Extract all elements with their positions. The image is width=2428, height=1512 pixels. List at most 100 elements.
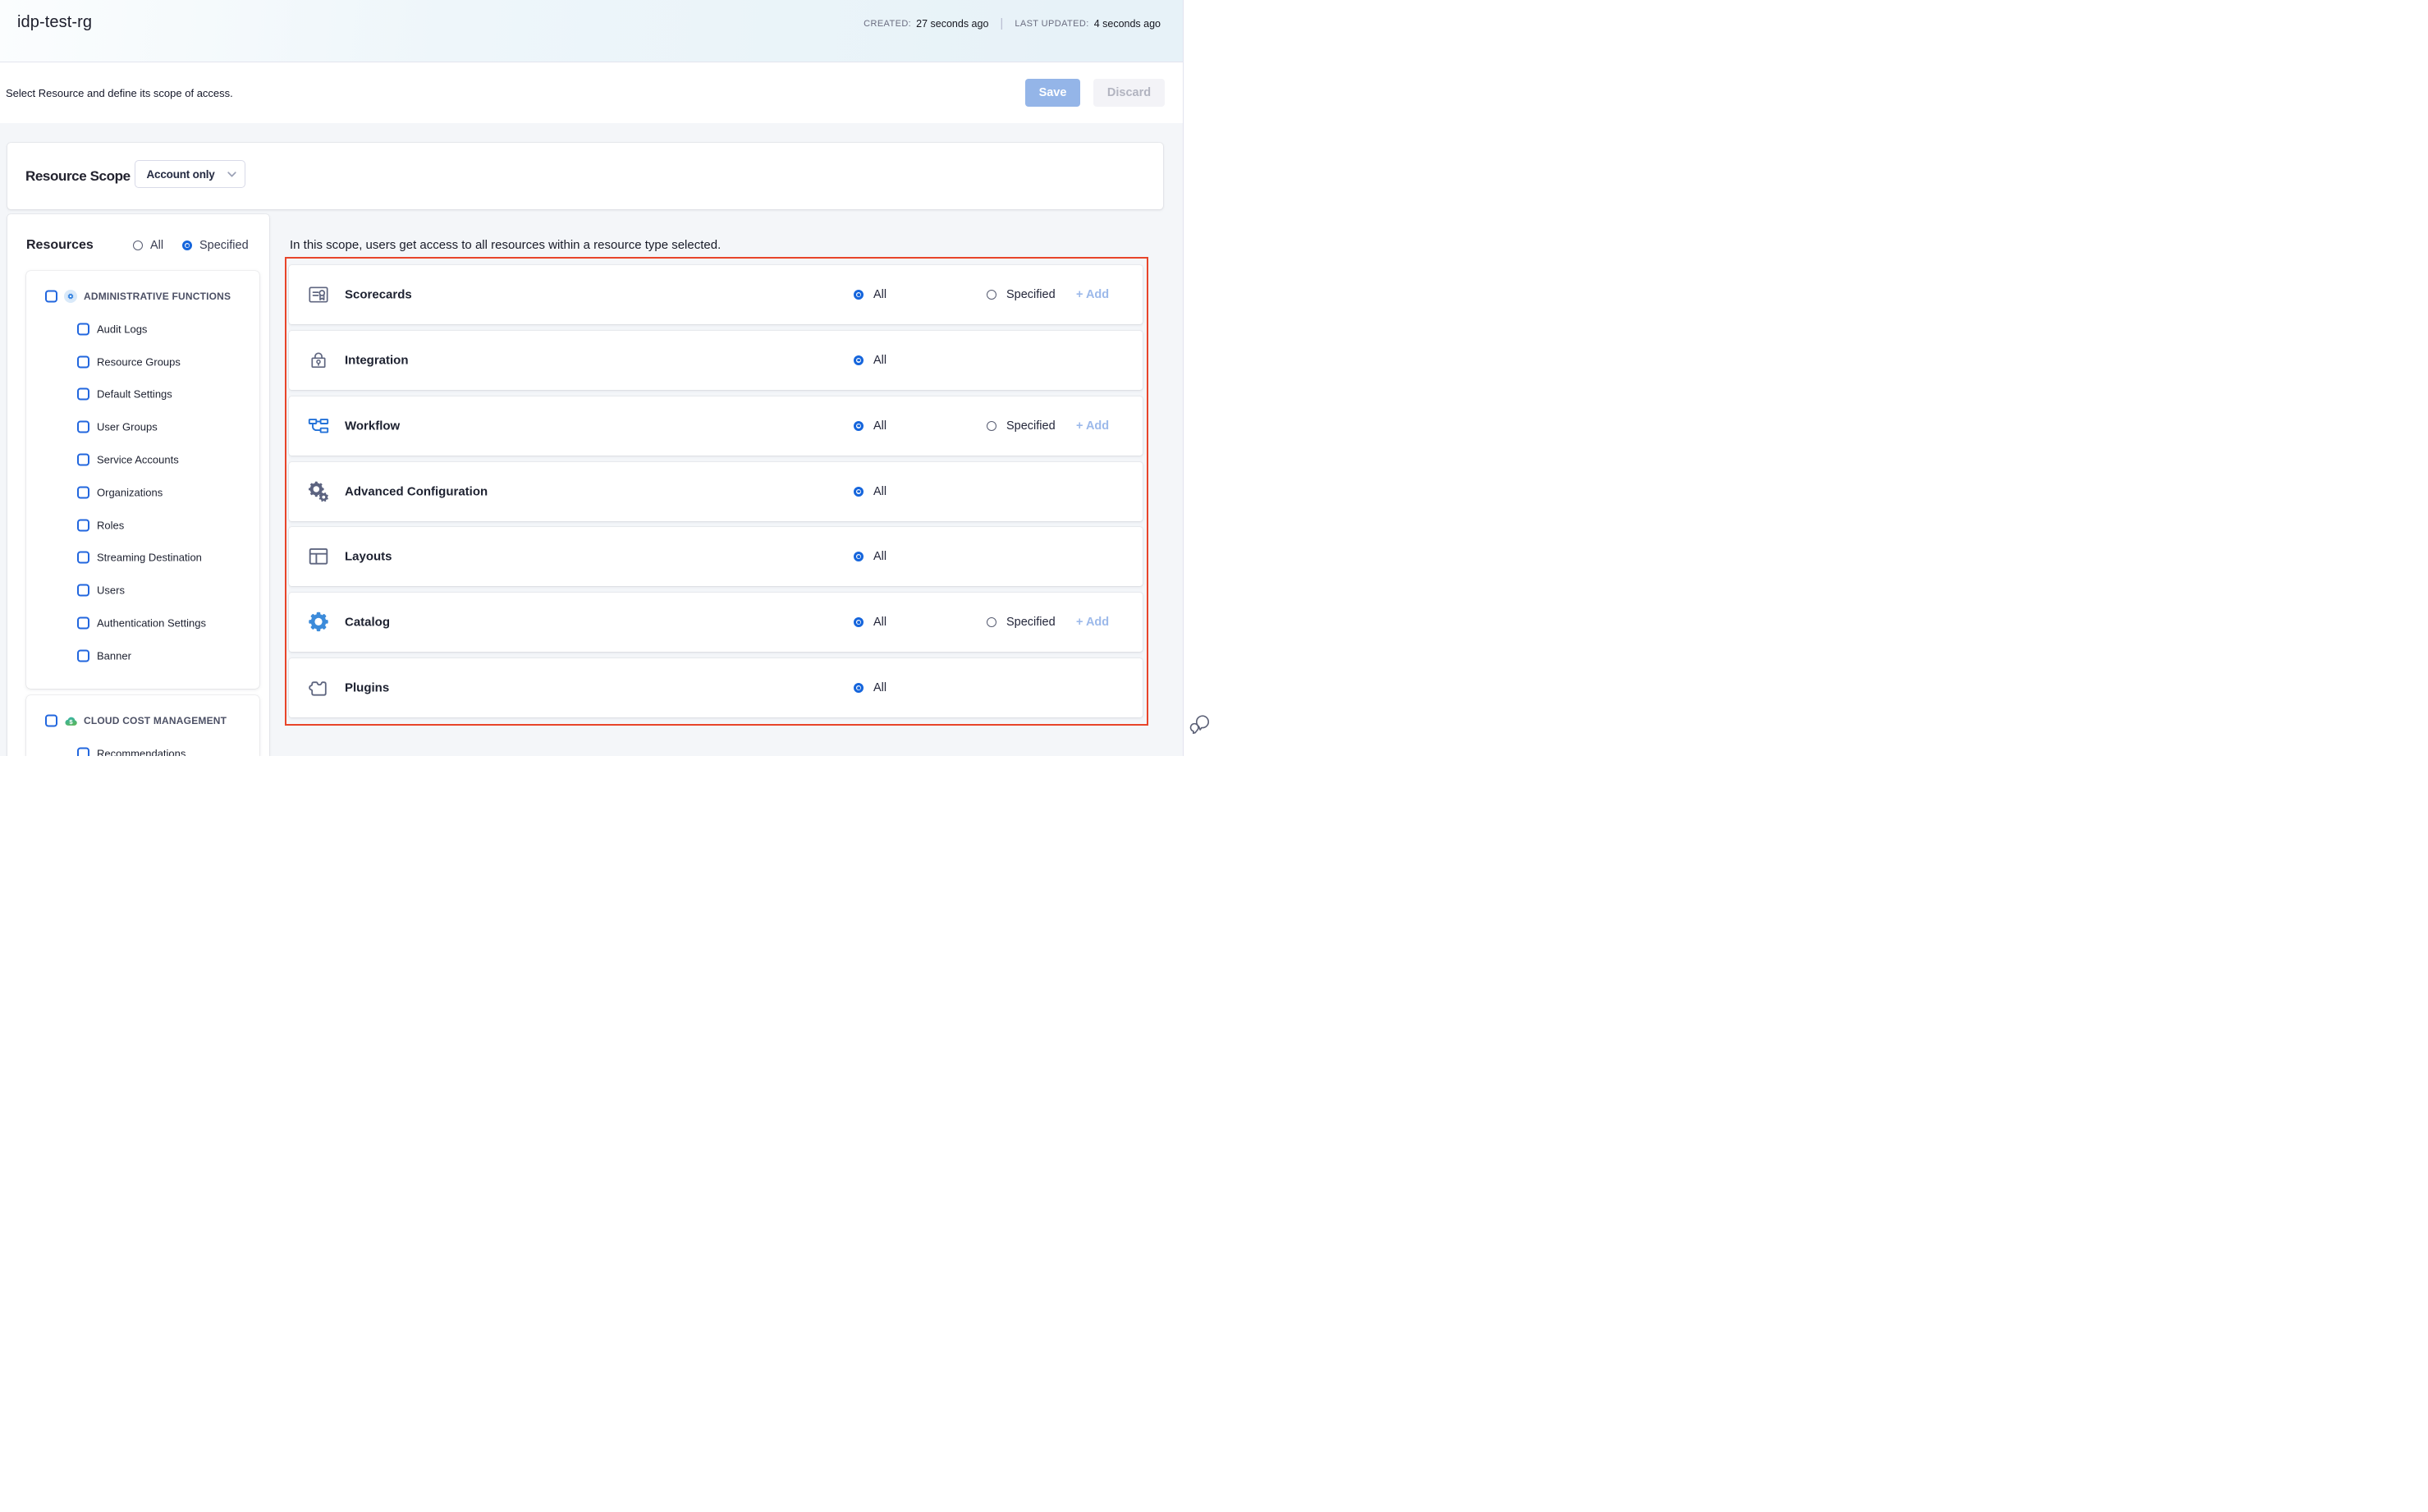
checkbox-cloud-cost-management[interactable]: [45, 715, 57, 727]
resources-panel-header: Resources All Specified: [7, 236, 269, 255]
radio-all-label: All: [873, 419, 886, 433]
resources-radio-specified-label: Specified: [199, 239, 249, 252]
radio-on-icon: [854, 683, 864, 693]
created-value: 27 seconds ago: [916, 18, 988, 30]
updated-value: 4 seconds ago: [1094, 18, 1161, 30]
resource-scope-select[interactable]: Account only: [135, 160, 245, 188]
checkbox-streaming-destination[interactable]: [77, 552, 89, 564]
checkbox-recommendations[interactable]: [77, 747, 89, 756]
group-header: $ CLOUD COST MANAGEMENT: [26, 710, 259, 731]
resource-type-label: Integration: [345, 353, 409, 367]
main-area: Resource Scope Account only Resources Al…: [0, 123, 1183, 756]
radio-off-icon: [133, 241, 143, 250]
checkbox-resource-groups[interactable]: [77, 355, 89, 368]
resource-scope-value: Account only: [147, 168, 215, 181]
group-label: ADMINISTRATIVE FUNCTIONS: [84, 291, 231, 302]
add-button-scorecards[interactable]: + Add: [1076, 288, 1109, 301]
resources-radio-all[interactable]: All: [133, 239, 163, 252]
resource-item-recommendations: Recommendations: [26, 737, 259, 756]
radio-all-scorecards[interactable]: All: [854, 288, 886, 301]
checkbox-authentication-settings[interactable]: [77, 617, 89, 630]
resource-type-row-advanced-configuration: Advanced Configuration All: [289, 462, 1143, 521]
radio-specified-label: Specified: [1006, 288, 1056, 301]
radio-all-layouts[interactable]: All: [854, 550, 886, 563]
group-cloud-cost-management: $ CLOUD COST MANAGEMENT Recommendations: [26, 695, 259, 756]
radio-on-icon: [854, 421, 864, 431]
layout-icon: [308, 546, 329, 567]
radio-all-label: All: [873, 485, 886, 498]
resources-title: Resources: [26, 238, 94, 253]
certificate-icon: [308, 284, 329, 305]
radio-all-workflow[interactable]: All: [854, 419, 886, 433]
resource-item-default-settings: Default Settings: [26, 378, 259, 411]
group-header: ADMINISTRATIVE FUNCTIONS: [26, 286, 259, 307]
checkbox-user-groups[interactable]: [77, 421, 89, 433]
checkbox-banner[interactable]: [77, 649, 89, 662]
resource-type-row-catalog: Catalog All Specified + Add: [289, 593, 1143, 652]
radio-specified-catalog[interactable]: Specified: [987, 616, 1056, 629]
radio-on-icon: [854, 617, 864, 627]
radio-all-label: All: [873, 616, 886, 629]
chevron-down-icon: [227, 172, 236, 177]
resource-item-label: Audit Logs: [97, 323, 147, 335]
radio-specified-scorecards[interactable]: Specified: [987, 288, 1056, 301]
radio-off-icon: [987, 617, 996, 627]
radio-specified-workflow[interactable]: Specified: [987, 419, 1056, 433]
chat-bubbles-icon[interactable]: [1189, 713, 1211, 735]
puzzle-icon: [308, 677, 329, 699]
resources-radio-specified[interactable]: Specified: [182, 239, 249, 252]
checkbox-service-accounts[interactable]: [77, 454, 89, 466]
meta-info: CREATED: 27 seconds ago | LAST UPDATED: …: [864, 16, 1161, 30]
gear-solid-icon: [308, 612, 329, 633]
add-button-workflow[interactable]: + Add: [1076, 419, 1109, 433]
resource-item-label: Authentication Settings: [97, 617, 206, 630]
resource-item-label: Service Accounts: [97, 454, 179, 466]
checkbox-organizations[interactable]: [77, 486, 89, 498]
resource-scope-title: Resource Scope: [25, 168, 131, 185]
checkbox-administrative-functions[interactable]: [45, 291, 57, 303]
resource-type-row-layouts: Layouts All: [289, 527, 1143, 586]
radio-on-icon: [854, 552, 864, 561]
save-button[interactable]: Save: [1025, 79, 1080, 107]
scope-note: In this scope, users get access to all r…: [290, 238, 721, 252]
checkbox-default-settings[interactable]: [77, 388, 89, 401]
radio-all-advanced-configuration[interactable]: All: [854, 485, 886, 498]
checkbox-roles[interactable]: [77, 519, 89, 531]
resource-item-resource-groups: Resource Groups: [26, 346, 259, 378]
cloud-dollar-icon: $: [64, 714, 77, 727]
resource-type-label: Scorecards: [345, 288, 412, 302]
resource-type-label: Advanced Configuration: [345, 484, 488, 498]
resource-item-label: Users: [97, 584, 125, 597]
resource-item-service-accounts: Service Accounts: [26, 443, 259, 476]
resource-item-users: Users: [26, 574, 259, 607]
radio-all-label: All: [873, 681, 886, 694]
resource-item-label: User Groups: [97, 421, 158, 433]
resource-type-row-scorecards: Scorecards All Specified + Add: [289, 265, 1143, 324]
content-pane: idp-test-rg CREATED: 27 seconds ago | LA…: [0, 0, 1184, 756]
resource-item-streaming-destination: Streaming Destination: [26, 542, 259, 575]
radio-off-icon: [987, 421, 996, 431]
checkbox-audit-logs[interactable]: [77, 323, 89, 335]
resource-item-banner: Banner: [26, 639, 259, 672]
right-gutter: [1184, 0, 1214, 756]
discard-button[interactable]: Discard: [1093, 79, 1165, 107]
resource-item-label: Streaming Destination: [97, 552, 202, 564]
radio-all-plugins[interactable]: All: [854, 681, 886, 694]
resource-item-roles: Roles: [26, 509, 259, 542]
resource-type-row-workflow: Workflow All Specified + Add: [289, 396, 1143, 456]
resource-item-label: Banner: [97, 649, 131, 662]
resource-item-label: Default Settings: [97, 388, 172, 401]
add-button-catalog[interactable]: + Add: [1076, 616, 1109, 629]
meta-separator: |: [1000, 16, 1003, 30]
radio-all-catalog[interactable]: All: [854, 616, 886, 629]
radio-on-icon: [854, 290, 864, 300]
radio-all-label: All: [873, 550, 886, 563]
resource-item-authentication-settings: Authentication Settings: [26, 607, 259, 639]
svg-text:$: $: [69, 718, 73, 726]
checkbox-users[interactable]: [77, 584, 89, 597]
gear-badge-icon: [64, 290, 77, 303]
resource-group-page: idp-test-rg CREATED: 27 seconds ago | LA…: [0, 0, 1214, 756]
radio-all-integration[interactable]: All: [854, 354, 886, 367]
resource-type-label: Workflow: [345, 419, 400, 433]
flowchart-icon: [308, 415, 329, 437]
